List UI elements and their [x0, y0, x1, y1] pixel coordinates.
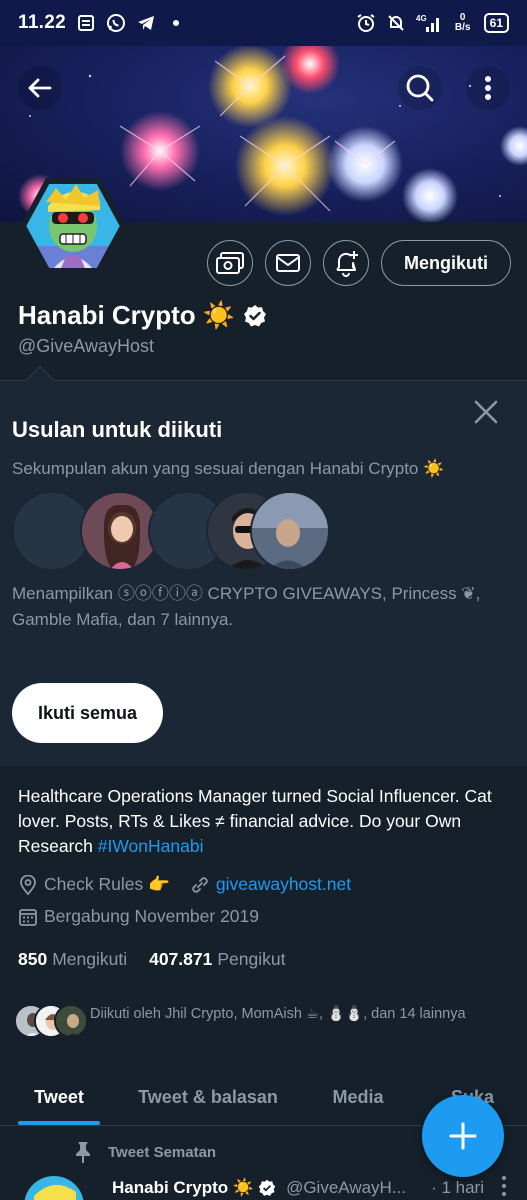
- more-options-button[interactable]: [466, 66, 510, 110]
- compose-tweet-button[interactable]: [422, 1095, 504, 1177]
- following-stat[interactable]: 850 Mengikuti: [18, 949, 127, 970]
- profile-avatar[interactable]: [18, 176, 128, 276]
- money-icon: [216, 252, 244, 274]
- suggested-avatars[interactable]: [12, 491, 332, 571]
- rules-text: Check Rules 👉: [44, 874, 170, 894]
- profile-bio: Healthcare Operations Manager turned Soc…: [18, 784, 513, 859]
- tab-tweet[interactable]: Tweet: [0, 1070, 118, 1125]
- calendar-icon: [18, 907, 38, 927]
- search-button[interactable]: [398, 66, 442, 110]
- tweet-time: · 1 hari: [431, 1178, 484, 1197]
- following-button[interactable]: Mengikuti: [381, 240, 511, 286]
- profile-name: Hanabi Crypto ☀️: [18, 300, 236, 330]
- tip-button[interactable]: [207, 240, 253, 286]
- profile-actions: Mengikuti: [207, 240, 511, 286]
- tweet-author-handle: @GiveAwayH...: [286, 1178, 406, 1197]
- followers-stat[interactable]: 407.871 Pengikut: [149, 949, 285, 970]
- pinned-label: Tweet Sematan: [108, 1143, 217, 1161]
- following-count: 850: [18, 949, 48, 969]
- back-button[interactable]: [18, 66, 62, 110]
- notify-button[interactable]: [323, 240, 369, 286]
- follow-suggestions-panel: Usulan untuk diikuti Sekumpulan akun yan…: [0, 380, 527, 766]
- tweet-author-name: Hanabi Crypto ☀️: [112, 1178, 255, 1197]
- message-button[interactable]: [265, 240, 311, 286]
- more-vertical-icon: [502, 1176, 506, 1196]
- profile-joined: Bergabung November 2019: [18, 906, 259, 927]
- signal-icon: 4G: [416, 13, 442, 33]
- status-time: 11.22: [18, 12, 66, 33]
- close-suggestions-button[interactable]: [471, 397, 501, 427]
- pinned-label-row: Tweet Sematan: [72, 1140, 216, 1164]
- followers-label: Pengikut: [217, 949, 286, 969]
- plus-icon: [449, 1122, 477, 1150]
- battery-indicator: 61: [483, 13, 509, 33]
- suggestions-description: Menampilkan ⓢⓞⓕⓘⓐ CRYPTO GIVEAWAYS, Prin…: [12, 584, 481, 629]
- verified-badge-icon: [258, 1179, 276, 1196]
- close-icon: [474, 400, 498, 424]
- tab-tweet-replies[interactable]: Tweet & balasan: [118, 1070, 298, 1125]
- mail-icon: [276, 254, 300, 272]
- alarm-icon: [356, 13, 376, 33]
- dot-icon: [166, 13, 186, 33]
- more-vertical-icon: [485, 76, 491, 100]
- bio-hashtag[interactable]: #IWonHanabi: [98, 836, 204, 856]
- network-label: 4G: [416, 14, 427, 23]
- network-speed: 0 B/s: [454, 12, 471, 33]
- link-icon: [190, 875, 210, 895]
- whatsapp-icon: [106, 13, 126, 33]
- crypto-avatar-image: [252, 493, 328, 569]
- verified-badge-icon: [244, 304, 267, 326]
- follow-stats: 850 Mengikuti 407.871 Pengikut: [18, 949, 285, 970]
- location-icon: [18, 874, 38, 895]
- suggested-avatar: [250, 491, 330, 571]
- suggestions-title: Usulan untuk diikuti: [12, 417, 223, 442]
- notes-icon: [76, 13, 96, 33]
- tweet-more-button[interactable]: [500, 1174, 508, 1200]
- profile-handle: @GiveAwayHost: [18, 336, 154, 356]
- tweet-author: Hanabi Crypto ☀️ @GiveAwayH...: [112, 1178, 406, 1198]
- follow-all-button[interactable]: Ikuti semua: [12, 683, 164, 743]
- joined-date: Bergabung November 2019: [44, 906, 260, 926]
- pinned-tweet[interactable]: Hanabi Crypto ☀️ @GiveAwayH... · 1 hari: [24, 1172, 514, 1200]
- bio-text: Healthcare Operations Manager turned Soc…: [18, 786, 492, 856]
- search-icon: [406, 74, 434, 102]
- followed-by-text: Diikuti oleh Jhil Crypto, MomAish ☕, ⛄⛄,…: [90, 1006, 466, 1022]
- pin-icon: [76, 1142, 90, 1163]
- profile-name-row: Hanabi Crypto ☀️: [18, 300, 267, 331]
- bell-plus-icon: [336, 251, 358, 277]
- follower-avatar: [54, 1004, 88, 1038]
- followed-by[interactable]: Diikuti oleh Jhil Crypto, MomAish ☕, ⛄⛄,…: [14, 1004, 490, 1040]
- followers-count: 407.871: [149, 949, 213, 969]
- telegram-icon: [136, 13, 156, 33]
- avatar-image: [20, 178, 126, 274]
- arrow-left-icon: [28, 78, 52, 98]
- profile-meta-links: Check Rules 👉 giveawayhost.net: [18, 874, 351, 895]
- status-bar: 11.22 4G 0 B/s 61: [0, 0, 527, 46]
- suggestions-subtitle: Sekumpulan akun yang sesuai dengan Hanab…: [12, 459, 445, 478]
- following-label: Mengikuti: [52, 949, 128, 969]
- tweet-author-avatar[interactable]: [24, 1176, 84, 1200]
- tab-media[interactable]: Media: [298, 1070, 418, 1125]
- followed-by-avatars: [14, 1004, 88, 1040]
- mute-bell-icon: [386, 13, 406, 33]
- website-link[interactable]: giveawayhost.net: [216, 874, 351, 895]
